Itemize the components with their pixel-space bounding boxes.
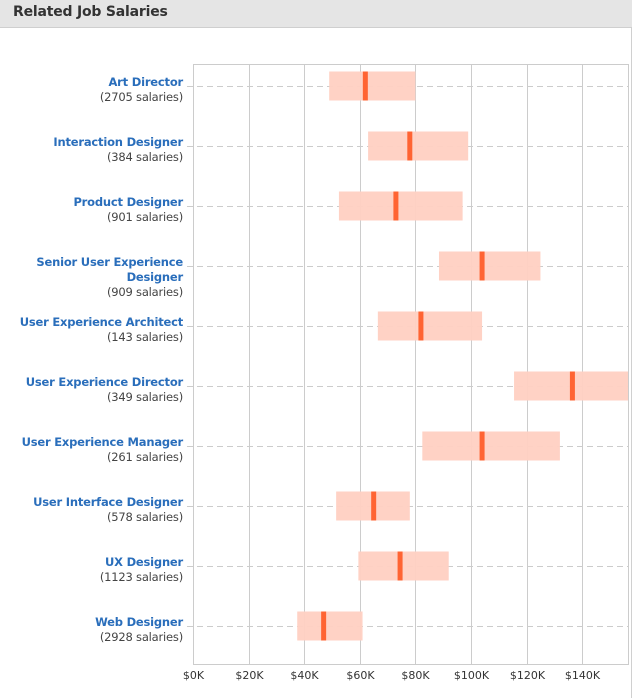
salary-median-marker[interactable] bbox=[479, 251, 485, 281]
salary-median-marker[interactable] bbox=[371, 491, 377, 521]
salary-median-marker[interactable] bbox=[569, 371, 575, 401]
salary-median-marker[interactable] bbox=[479, 431, 485, 461]
salary-range-bar[interactable] bbox=[438, 251, 541, 281]
x-tick-label: $140K bbox=[565, 669, 601, 682]
row-label: User Experience Manager (261 salaries) bbox=[3, 435, 184, 465]
job-title-link[interactable]: User Experience Architect bbox=[3, 315, 184, 330]
salary-count: (901 salaries) bbox=[106, 210, 183, 224]
job-title-link[interactable]: User Interface Designer bbox=[3, 495, 183, 510]
salary-range-bar[interactable] bbox=[422, 431, 560, 461]
x-tick-label: $120K bbox=[510, 669, 546, 682]
salary-range-bar[interactable] bbox=[358, 551, 449, 581]
job-title-link[interactable]: Designer bbox=[3, 270, 184, 285]
job-title-link[interactable]: User Experience Director bbox=[3, 375, 183, 390]
salary-count: (909 salaries) bbox=[106, 285, 183, 299]
salary-median-marker[interactable] bbox=[393, 191, 399, 221]
salary-count: (349 salaries) bbox=[106, 390, 183, 404]
row-label: Product Designer (901 salaries) bbox=[3, 195, 183, 225]
x-tick-label: $20K bbox=[235, 669, 264, 682]
salary-range-bar[interactable] bbox=[329, 71, 416, 101]
job-title-link[interactable]: UX Designer bbox=[3, 555, 183, 570]
x-axis: $0K $20K $40K $60K $80K $100K $120K $140K bbox=[183, 669, 601, 682]
salary-range-bar[interactable] bbox=[368, 131, 469, 161]
x-tick-label: $40K bbox=[290, 669, 319, 682]
job-title-link[interactable]: Senior User Experience bbox=[3, 255, 183, 270]
x-tick-label: $0K bbox=[183, 669, 205, 682]
job-title-link[interactable]: Interaction Designer bbox=[3, 135, 183, 150]
salary-range-bar[interactable] bbox=[377, 311, 483, 341]
job-title-link[interactable]: Product Designer bbox=[3, 195, 183, 210]
salary-range-bar[interactable] bbox=[338, 191, 463, 221]
salary-count: (261 salaries) bbox=[106, 450, 183, 464]
row-label: User Experience Director (349 salaries) bbox=[3, 375, 183, 405]
job-title-link[interactable]: Web Designer bbox=[3, 615, 183, 630]
row-label: User Interface Designer (578 salaries) bbox=[3, 495, 183, 525]
salary-median-marker[interactable] bbox=[418, 311, 424, 341]
x-tick-label: $60K bbox=[346, 669, 375, 682]
job-title-link[interactable]: User Experience Manager bbox=[3, 435, 184, 450]
salary-count: (578 salaries) bbox=[106, 510, 183, 524]
row-label: User Experience Architect (143 salaries) bbox=[3, 315, 184, 345]
salary-median-marker[interactable] bbox=[362, 71, 368, 101]
row-label: Senior User Experience Designer (909 salar… bbox=[3, 255, 183, 300]
salary-count: (2928 salaries) bbox=[99, 630, 183, 644]
x-tick-label: $80K bbox=[401, 669, 430, 682]
salary-count: (143 salaries) bbox=[106, 330, 183, 344]
row-label: Web Designer (2928 salaries) bbox=[3, 615, 183, 645]
salary-count: (2705 salaries) bbox=[99, 90, 183, 104]
salary-count: (1123 salaries) bbox=[99, 570, 183, 584]
salary-median-marker[interactable] bbox=[321, 611, 327, 641]
x-tick-label: $100K bbox=[454, 669, 490, 682]
salary-median-marker[interactable] bbox=[407, 131, 413, 161]
row-label: Art Director (2705 salaries) bbox=[3, 75, 183, 105]
row-label: UX Designer (1123 salaries) bbox=[3, 555, 183, 585]
salary-range-bar[interactable] bbox=[297, 611, 363, 641]
related-job-salaries-panel: Related Job Salaries $0K $20K $40K $60K $80K… bbox=[0, 0, 632, 698]
salary-count: (384 salaries) bbox=[106, 150, 183, 164]
salary-median-marker[interactable] bbox=[397, 551, 403, 581]
row-label: Interaction Designer (384 salaries) bbox=[3, 135, 183, 165]
job-title-link[interactable]: Art Director bbox=[3, 75, 183, 90]
